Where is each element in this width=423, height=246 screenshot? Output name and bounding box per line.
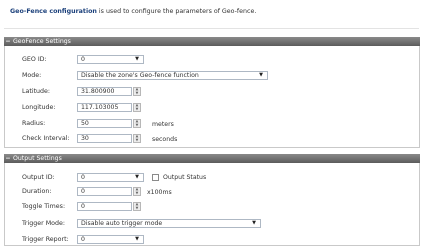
chevron-down-icon: ▼ <box>135 236 139 242</box>
geofence-panel <box>4 46 420 148</box>
toggle-times-label: Toggle Times: <box>22 203 66 210</box>
radius-spinner[interactable]: ▲ ▼ <box>133 119 141 128</box>
geo-id-select[interactable]: 0 ▼ <box>77 55 144 64</box>
spin-down-icon[interactable]: ▼ <box>134 91 140 96</box>
output-id-select[interactable]: 0 ▼ <box>77 173 144 182</box>
collapse-icon[interactable]: − <box>4 37 12 46</box>
check-interval-spinner[interactable]: ▲ ▼ <box>133 134 141 143</box>
spin-down-icon[interactable]: ▼ <box>134 206 140 211</box>
trigger-report-select[interactable]: 0 ▼ <box>77 235 144 244</box>
duration-label: Duration: <box>22 188 52 195</box>
output-status-checkbox[interactable] <box>152 174 159 181</box>
output-status-label: Output Status <box>163 174 207 181</box>
check-interval-label: Check Interval: <box>22 135 70 142</box>
collapse-icon[interactable]: − <box>4 154 12 163</box>
longitude-label: Longitude: <box>22 104 56 111</box>
latitude-label: Latitude: <box>22 88 51 95</box>
spin-down-icon[interactable]: ▼ <box>134 138 140 143</box>
intro-divider <box>4 28 419 29</box>
geo-id-label: GEO ID: <box>22 56 47 63</box>
toggle-times-spinner[interactable]: ▲ ▼ <box>133 202 141 211</box>
trigger-mode-select[interactable]: Disable auto trigger mode ▼ <box>77 219 261 228</box>
mode-select[interactable]: Disable the zone's Geo-fence function ▼ <box>77 71 268 80</box>
chevron-down-icon: ▼ <box>259 72 263 78</box>
toggle-times-input[interactable]: 0 <box>77 202 132 211</box>
output-id-value: 0 <box>81 174 85 181</box>
geofence-section-header[interactable]: − GeoFence Settings <box>4 37 420 46</box>
duration-spinner[interactable]: ▲ ▼ <box>133 187 141 196</box>
chevron-down-icon: ▼ <box>135 174 139 180</box>
radius-input[interactable]: 50 <box>77 119 132 128</box>
radius-unit: meters <box>152 121 174 128</box>
geofence-section-title: GeoFence Settings <box>13 38 71 45</box>
intro-text: Geo-Fence configuration is used to confi… <box>10 8 256 15</box>
geo-id-value: 0 <box>81 56 85 63</box>
mode-label: Mode: <box>22 72 42 79</box>
duration-input[interactable]: 0 <box>77 187 132 196</box>
output-id-label: Output ID: <box>22 174 55 181</box>
trigger-report-value: 0 <box>81 236 85 243</box>
output-panel <box>4 163 420 246</box>
output-section-title: Output Settings <box>13 155 62 162</box>
intro-description: is used to configure the parameters of G… <box>96 8 257 15</box>
longitude-input[interactable]: 117.103005 <box>77 103 132 112</box>
latitude-input[interactable]: 31.800900 <box>77 87 132 96</box>
radius-label: Radius: <box>22 120 46 127</box>
output-section-header[interactable]: − Output Settings <box>4 154 420 163</box>
latitude-spinner[interactable]: ▲ ▼ <box>133 87 141 96</box>
spin-down-icon[interactable]: ▼ <box>134 191 140 196</box>
longitude-spinner[interactable]: ▲ ▼ <box>133 103 141 112</box>
duration-unit: x100ms <box>147 189 172 196</box>
spin-down-icon[interactable]: ▼ <box>134 107 140 112</box>
check-interval-unit: seconds <box>152 136 178 143</box>
chevron-down-icon: ▼ <box>135 56 139 62</box>
mode-value: Disable the zone's Geo-fence function <box>81 72 199 79</box>
trigger-mode-value: Disable auto trigger mode <box>81 220 163 227</box>
check-interval-input[interactable]: 30 <box>77 134 132 143</box>
trigger-report-label: Trigger Report: <box>22 236 69 243</box>
spin-down-icon[interactable]: ▼ <box>134 123 140 128</box>
intro-title: Geo-Fence configuration <box>10 8 97 15</box>
chevron-down-icon: ▼ <box>252 220 256 226</box>
trigger-mode-label: Trigger Mode: <box>22 220 65 227</box>
